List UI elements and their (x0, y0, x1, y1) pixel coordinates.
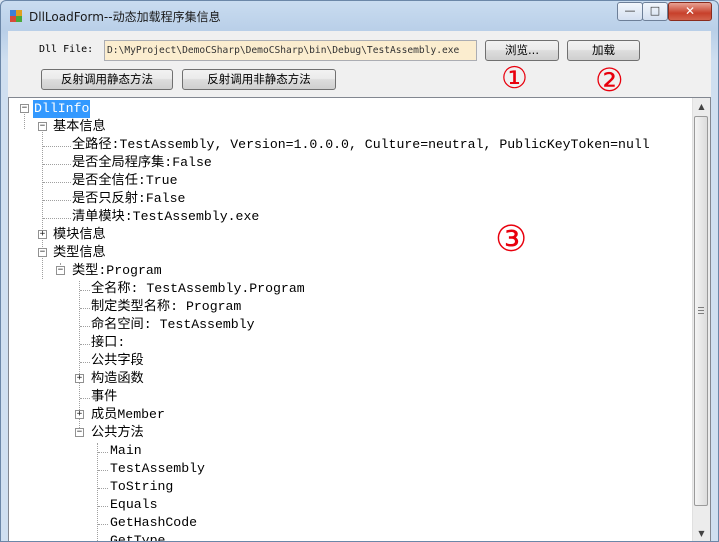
tree-line (80, 398, 90, 399)
tree-node-namespace[interactable]: 命名空间: TestAssembly (91, 316, 255, 334)
tree-node-method[interactable]: GetHashCode (110, 514, 197, 532)
tree-node-interfaces[interactable]: 接口: (91, 334, 125, 352)
tree-node-constructors[interactable]: 构造函数 (91, 370, 144, 388)
close-button[interactable]: ✕ (668, 2, 712, 21)
expand-toggle[interactable]: + (75, 410, 84, 419)
tree-node-module-info[interactable]: 模块信息 (53, 226, 106, 244)
scroll-up-arrow-icon[interactable]: ▲ (693, 98, 710, 115)
grip-line (698, 313, 704, 314)
collapse-toggle[interactable]: − (38, 248, 47, 257)
tree-line (80, 362, 90, 363)
grip-line (698, 307, 704, 308)
grip-line (698, 310, 704, 311)
collapse-toggle[interactable]: − (56, 266, 65, 275)
tree-node-members[interactable]: 成员Member (91, 406, 165, 424)
tree-node-root[interactable]: DllInfo (33, 100, 91, 118)
tree-node-type-program[interactable]: 类型:Program (72, 262, 162, 280)
app-window: DllLoadForm--动态加载程序集信息 — □ ✕ Dll File: D… (0, 0, 719, 542)
tree-line (43, 164, 71, 165)
dll-info-tree[interactable]: − − + − − + + − DllInfo 基本信息 全路径:TestAss… (8, 97, 711, 541)
tree-line (43, 218, 71, 219)
tree-node-type-info[interactable]: 类型信息 (53, 244, 106, 262)
vertical-scrollbar[interactable]: ▲ ▼ (692, 98, 710, 541)
tree-line (43, 200, 71, 201)
expand-toggle[interactable]: + (75, 374, 84, 383)
minimize-button[interactable]: — (617, 2, 643, 21)
tree-node-method[interactable]: TestAssembly (110, 460, 205, 478)
tree-node-full-name[interactable]: 全名称: TestAssembly.Program (91, 280, 305, 298)
tree-node-method[interactable]: GetType (110, 532, 165, 541)
tree-line (80, 326, 90, 327)
title-bar[interactable]: DllLoadForm--动态加载程序集信息 — □ ✕ (1, 1, 718, 31)
tree-node-method[interactable]: Main (110, 442, 142, 460)
expand-toggle[interactable]: + (38, 230, 47, 239)
collapse-toggle[interactable]: − (20, 104, 29, 113)
tree-line (43, 182, 71, 183)
tree-node-gac[interactable]: 是否全局程序集:False (72, 154, 212, 172)
scroll-down-arrow-icon[interactable]: ▼ (693, 525, 710, 541)
dll-file-label: Dll File: (39, 44, 94, 55)
tree-line (98, 506, 108, 507)
annotation-one: ① (501, 61, 528, 96)
tree-line (98, 524, 108, 525)
tree-node-basic-info[interactable]: 基本信息 (53, 118, 106, 136)
collapse-toggle[interactable]: − (38, 122, 47, 131)
tree-line (98, 452, 108, 453)
tree-line (98, 488, 108, 489)
collapse-toggle[interactable]: − (75, 428, 84, 437)
browse-button[interactable]: 浏览... (485, 40, 559, 61)
tree-node-reflection-only[interactable]: 是否只反射:False (72, 190, 185, 208)
tree-node-public-methods[interactable]: 公共方法 (91, 424, 144, 442)
annotation-two: ② (595, 61, 624, 99)
maximize-button[interactable]: □ (642, 2, 668, 21)
tree-node-full-trust[interactable]: 是否全信任:True (72, 172, 178, 190)
tree-node-type-name[interactable]: 制定类型名称: Program (91, 298, 241, 316)
reflect-instance-method-button[interactable]: 反射调用非静态方法 (182, 69, 336, 90)
annotation-three: ③ (495, 219, 528, 260)
scrollbar-thumb[interactable] (694, 116, 708, 506)
tree-node-full-path[interactable]: 全路径:TestAssembly, Version=1.0.0.0, Cultu… (72, 136, 650, 154)
tree-line (43, 146, 71, 147)
tree-line (80, 308, 90, 309)
tree-node-method[interactable]: ToString (110, 478, 173, 496)
dll-path-field[interactable]: D:\MyProject\DemoCSharp\DemoCSharp\bin\D… (104, 40, 477, 61)
tree-node-method[interactable]: Equals (110, 496, 157, 514)
tree-node-manifest-module[interactable]: 清单模块:TestAssembly.exe (72, 208, 259, 226)
app-icon (10, 10, 22, 22)
tree-line (97, 443, 98, 541)
tree-line (24, 111, 25, 129)
reflect-static-method-button[interactable]: 反射调用静态方法 (41, 69, 173, 90)
load-button[interactable]: 加载 (567, 40, 640, 61)
tree-line (80, 344, 90, 345)
tree-line (80, 290, 90, 291)
tree-node-public-fields[interactable]: 公共字段 (91, 352, 144, 370)
tree-node-events[interactable]: 事件 (91, 388, 117, 406)
window-title: DllLoadForm--动态加载程序集信息 (29, 10, 221, 24)
tree-line (98, 470, 108, 471)
